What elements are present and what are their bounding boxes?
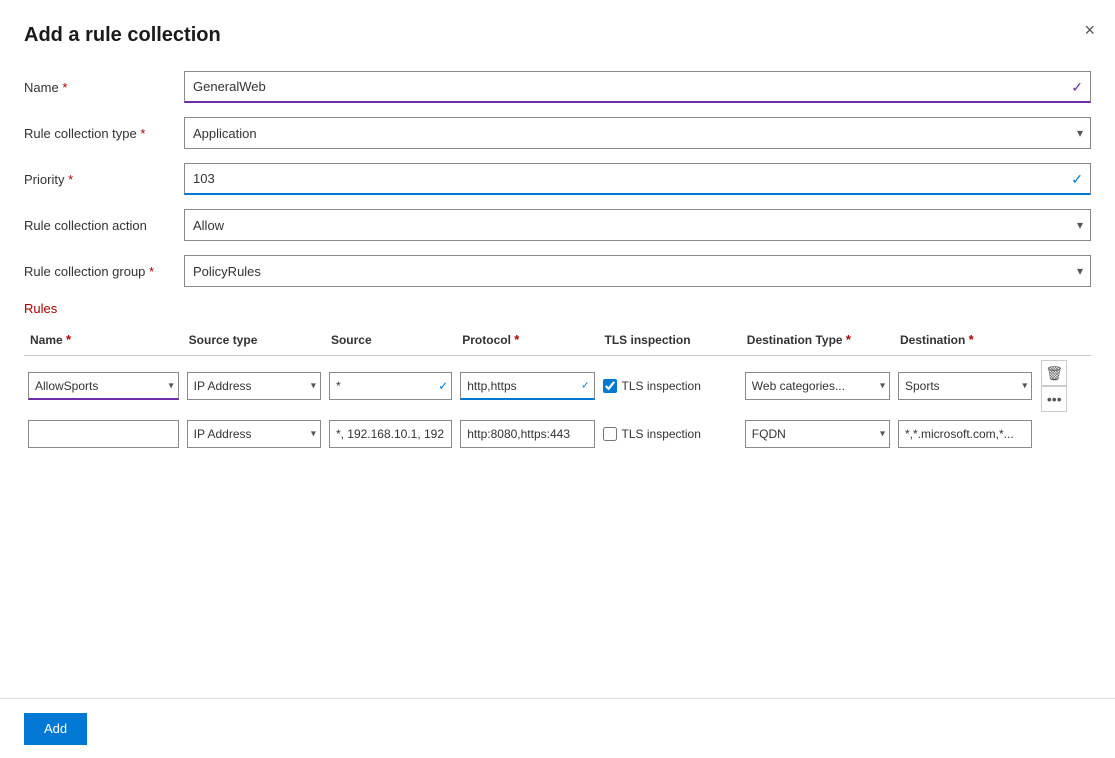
rule-collection-group-row: Rule collection group * PolicyRules ▾: [24, 255, 1091, 287]
row1-name-select-wrap: AllowSports ▾: [28, 372, 179, 400]
row1-name-select[interactable]: AllowSports: [28, 372, 179, 400]
name-row: Name * ✓: [24, 71, 1091, 103]
col-header-tls: TLS inspection: [599, 328, 741, 356]
row2-tls-checkbox[interactable]: [603, 427, 617, 441]
row1-dest-type-wrap: Web categories... FQDN ▾: [745, 372, 890, 400]
rules-table: Name * Source type Source Protocol * TLS…: [24, 328, 1091, 452]
row1-tls-wrap: TLS inspection: [603, 379, 737, 393]
row1-delete-button[interactable]: 🗑: [1041, 360, 1067, 386]
col-header-protocol: Protocol *: [456, 328, 598, 356]
row2-actions-cell: [1036, 416, 1091, 452]
add-button[interactable]: Add: [24, 713, 87, 745]
rule-collection-action-row: Rule collection action Allow Deny ▾: [24, 209, 1091, 241]
priority-check-icon: ✓: [1071, 171, 1083, 188]
rule-collection-group-label: Rule collection group *: [24, 264, 184, 279]
row2-source-type-select[interactable]: IP Address: [187, 420, 321, 448]
table-row: AllowSports ▾ IP Address ▾: [24, 356, 1091, 417]
row2-name-cell: [24, 416, 183, 452]
col-header-dest: Destination *: [894, 328, 1036, 356]
row2-tls-wrap: TLS inspection: [603, 427, 737, 441]
col-header-source-type: Source type: [183, 328, 325, 356]
row1-dest-cell: Sports ▾: [894, 356, 1036, 417]
row2-protocol-input[interactable]: [460, 420, 594, 448]
row2-dest-type-cell: FQDN Web categories... ▾: [741, 416, 894, 452]
row1-dest-wrap: Sports ▾: [898, 372, 1032, 400]
row1-dest-type-cell: Web categories... FQDN ▾: [741, 356, 894, 417]
rule-collection-action-select-wrapper: Allow Deny ▾: [184, 209, 1091, 241]
rule-collection-type-label: Rule collection type *: [24, 126, 184, 141]
row1-dest-type-select[interactable]: Web categories... FQDN: [745, 372, 890, 400]
row2-protocol-cell: [456, 416, 598, 452]
rules-section: Rules Name * Source type Source Protocol…: [24, 301, 1091, 452]
row1-source-type-select[interactable]: IP Address: [187, 372, 321, 400]
row1-source-wrap: ✓: [329, 372, 452, 400]
name-label: Name *: [24, 80, 184, 95]
row2-source-cell: [325, 416, 456, 452]
row2-dest-cell: [894, 416, 1036, 452]
row1-source-input[interactable]: [329, 372, 452, 400]
name-input-wrapper: ✓: [184, 71, 1091, 103]
row1-source-type-cell: IP Address ▾: [183, 356, 325, 417]
row1-tls-checkbox[interactable]: [603, 379, 617, 393]
dialog: × Add a rule collection Name * ✓ Rule co…: [0, 0, 1115, 758]
priority-label: Priority *: [24, 172, 184, 187]
col-header-dest-type: Destination Type *: [741, 328, 894, 356]
row1-source-cell: ✓: [325, 356, 456, 417]
rules-header-row: Name * Source type Source Protocol * TLS…: [24, 328, 1091, 356]
row1-tls-label: TLS inspection: [622, 379, 701, 393]
row1-source-check-icon: ✓: [438, 379, 448, 393]
rule-collection-type-select[interactable]: Application Network: [184, 117, 1091, 149]
footer: Add: [0, 698, 1115, 758]
row1-actions-cell: 🗑 •••: [1036, 356, 1091, 417]
row2-source-input[interactable]: [329, 420, 452, 448]
rule-collection-type-select-wrapper: Application Network ▾: [184, 117, 1091, 149]
name-check-icon: ✓: [1071, 79, 1083, 96]
row2-source-type-wrap: IP Address ▾: [187, 420, 321, 448]
rule-collection-group-select-wrapper: PolicyRules ▾: [184, 255, 1091, 287]
rule-collection-action-select[interactable]: Allow Deny: [184, 209, 1091, 241]
row2-dest-type-select[interactable]: FQDN Web categories...: [745, 420, 890, 448]
row1-source-type-wrap: IP Address ▾: [187, 372, 321, 400]
row2-dest-input[interactable]: [898, 420, 1032, 448]
priority-input[interactable]: [184, 163, 1091, 195]
row1-more-button[interactable]: •••: [1041, 386, 1067, 412]
priority-input-wrapper: ✓: [184, 163, 1091, 195]
row2-tls-label: TLS inspection: [622, 427, 701, 441]
col-header-name: Name *: [24, 328, 183, 356]
rule-collection-action-label: Rule collection action: [24, 218, 184, 233]
row1-dest-select[interactable]: Sports: [898, 372, 1032, 400]
row1-protocol-cell: http,https ✓: [456, 356, 598, 417]
row1-protocol-select[interactable]: http,https: [460, 372, 594, 400]
row1-tls-cell: TLS inspection: [599, 356, 741, 417]
name-input[interactable]: [184, 71, 1091, 103]
dialog-title: Add a rule collection: [24, 24, 1091, 47]
row2-name-input[interactable]: [28, 420, 179, 448]
table-row: IP Address ▾ TLS inspect: [24, 416, 1091, 452]
row2-source-type-cell: IP Address ▾: [183, 416, 325, 452]
row2-tls-cell: TLS inspection: [599, 416, 741, 452]
col-header-source: Source: [325, 328, 456, 356]
rules-section-label: Rules: [24, 301, 1091, 316]
col-header-actions: [1036, 328, 1091, 356]
rule-collection-type-row: Rule collection type * Application Netwo…: [24, 117, 1091, 149]
row1-protocol-wrap: http,https ✓: [460, 372, 594, 400]
rule-collection-group-select[interactable]: PolicyRules: [184, 255, 1091, 287]
row1-name-cell: AllowSports ▾: [24, 356, 183, 417]
close-button[interactable]: ×: [1084, 20, 1095, 41]
priority-row: Priority * ✓: [24, 163, 1091, 195]
row2-dest-type-wrap: FQDN Web categories... ▾: [745, 420, 890, 448]
